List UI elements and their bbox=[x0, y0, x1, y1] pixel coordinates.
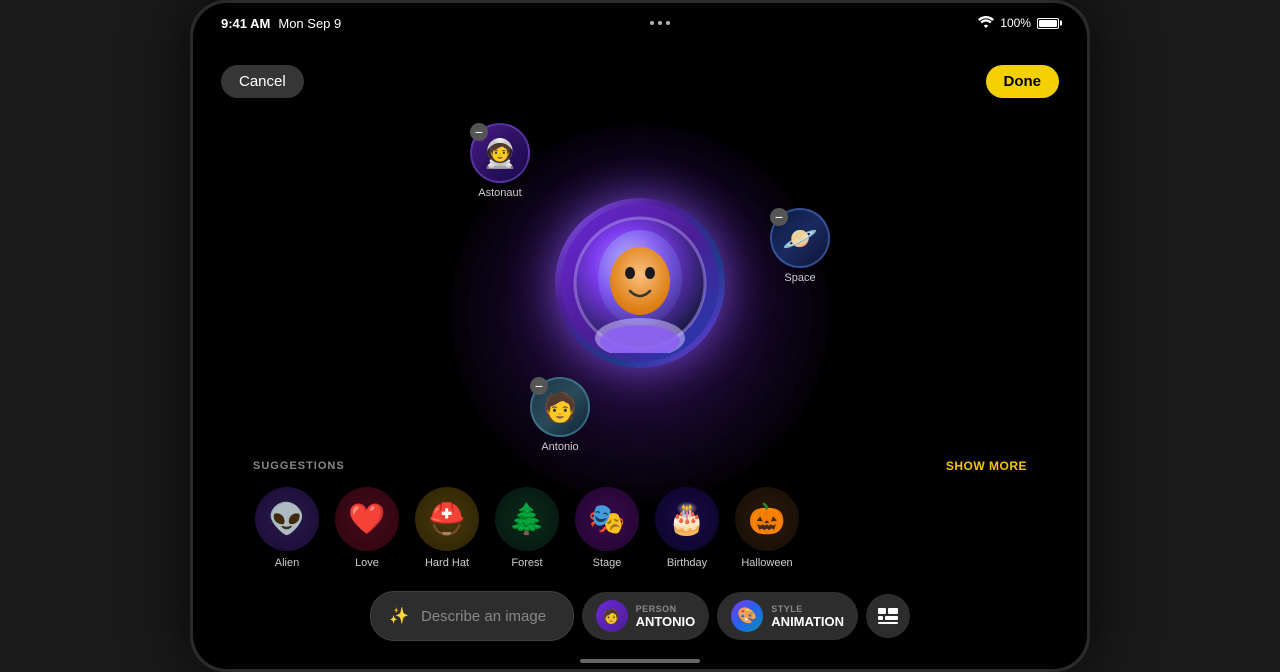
suggestion-hardhat-icon: ⛑️ bbox=[415, 487, 479, 551]
person-chip[interactable]: 🧑 PERSON ANTONIO bbox=[582, 592, 710, 640]
suggestions-label: SUGGESTIONS bbox=[253, 460, 345, 472]
main-avatar-ring bbox=[555, 198, 725, 368]
battery-fill bbox=[1039, 20, 1057, 27]
show-more-button[interactable]: SHOW MORE bbox=[946, 459, 1027, 473]
sparkle-icon: ✨ bbox=[387, 604, 411, 628]
person-chip-name: ANTONIO bbox=[636, 614, 696, 629]
suggestion-stage-label: Stage bbox=[593, 557, 622, 569]
suggestions-section: SUGGESTIONS SHOW MORE 👽 Alien ❤️ Love ⛑️… bbox=[193, 459, 1087, 569]
bottom-toolbar: ✨ Describe an image 🧑 PERSON ANTONIO 🎨 S… bbox=[370, 591, 910, 641]
status-bar: 9:41 AM Mon Sep 9 100% bbox=[193, 3, 1087, 43]
float-avatar-space-img: − 🪐 bbox=[770, 208, 830, 268]
extra-button[interactable] bbox=[866, 594, 910, 638]
suggestion-birthday-label: Birthday bbox=[667, 557, 707, 569]
grid-icon bbox=[878, 608, 898, 624]
suggestion-forest-icon: 🌲 bbox=[495, 487, 559, 551]
suggestion-stage[interactable]: 🎭 Stage bbox=[573, 487, 641, 569]
float-avatar-astronaut-label: Astonaut bbox=[478, 187, 521, 199]
status-dots bbox=[650, 21, 670, 25]
astronaut-svg bbox=[570, 213, 710, 353]
style-chip-label: STYLE bbox=[771, 604, 844, 614]
dot-2 bbox=[658, 21, 662, 25]
suggestion-love-icon: ❤️ bbox=[335, 487, 399, 551]
person-avatar: 🧑 bbox=[596, 600, 628, 632]
float-avatar-antonio-img: − 🧑 bbox=[530, 377, 590, 437]
style-icon: 🎨 bbox=[731, 600, 763, 632]
dot-1 bbox=[650, 21, 654, 25]
space-emoji: 🪐 bbox=[783, 222, 818, 255]
suggestion-alien[interactable]: 👽 Alien bbox=[253, 487, 321, 569]
astronaut-emoji: 🧑‍🚀 bbox=[483, 137, 518, 170]
float-avatar-astronaut-img: − 🧑‍🚀 bbox=[470, 123, 530, 183]
float-avatar-space-label: Space bbox=[784, 272, 815, 284]
suggestion-forest[interactable]: 🌲 Forest bbox=[493, 487, 561, 569]
suggestion-hardhat-label: Hard Hat bbox=[425, 557, 469, 569]
suggestion-hardhat[interactable]: ⛑️ Hard Hat bbox=[413, 487, 481, 569]
suggestion-alien-label: Alien bbox=[275, 557, 299, 569]
status-right: 100% bbox=[978, 16, 1059, 31]
describe-input[interactable]: ✨ Describe an image bbox=[370, 591, 574, 641]
float-avatar-astronaut[interactable]: − 🧑‍🚀 Astonaut bbox=[470, 123, 530, 199]
float-avatar-space[interactable]: − 🪐 Space bbox=[770, 208, 830, 284]
wifi-icon bbox=[978, 16, 994, 31]
suggestion-halloween[interactable]: 🎃 Halloween bbox=[733, 487, 801, 569]
suggestion-halloween-label: Halloween bbox=[741, 557, 792, 569]
float-avatar-antonio-minus[interactable]: − bbox=[530, 377, 548, 395]
antonio-emoji: 🧑 bbox=[543, 391, 578, 424]
suggestions-grid: 👽 Alien ❤️ Love ⛑️ Hard Hat 🌲 Forest 🎭 bbox=[253, 487, 1027, 569]
style-chip-text: STYLE ANIMATION bbox=[771, 604, 844, 629]
status-date: Mon Sep 9 bbox=[278, 16, 341, 31]
tablet-frame: 9:41 AM Mon Sep 9 100% bbox=[190, 0, 1090, 672]
battery-percent: 100% bbox=[1000, 16, 1031, 30]
home-indicator bbox=[580, 659, 700, 663]
battery-icon bbox=[1037, 18, 1059, 29]
suggestion-love-label: Love bbox=[355, 557, 379, 569]
status-time: 9:41 AM bbox=[221, 16, 270, 31]
style-chip[interactable]: 🎨 STYLE ANIMATION bbox=[717, 592, 858, 640]
style-chip-name: ANIMATION bbox=[771, 614, 844, 629]
float-avatar-antonio-label: Antonio bbox=[541, 441, 578, 453]
main-avatar-inner bbox=[561, 204, 719, 362]
suggestion-alien-icon: 👽 bbox=[255, 487, 319, 551]
main-avatar[interactable] bbox=[555, 198, 725, 368]
tablet-screen: 9:41 AM Mon Sep 9 100% bbox=[193, 3, 1087, 669]
suggestion-love[interactable]: ❤️ Love bbox=[333, 487, 401, 569]
suggestion-halloween-icon: 🎃 bbox=[735, 487, 799, 551]
person-chip-text: PERSON ANTONIO bbox=[636, 604, 696, 629]
dot-3 bbox=[666, 21, 670, 25]
person-chip-label: PERSON bbox=[636, 604, 696, 614]
suggestions-header: SUGGESTIONS SHOW MORE bbox=[253, 459, 1027, 473]
done-button[interactable]: Done bbox=[986, 65, 1060, 98]
float-avatar-astronaut-minus[interactable]: − bbox=[470, 123, 488, 141]
avatar-area: − 🧑‍🚀 Astonaut − 🪐 Space − 🧑 Anto bbox=[440, 113, 840, 453]
suggestion-stage-icon: 🎭 bbox=[575, 487, 639, 551]
describe-placeholder: Describe an image bbox=[421, 608, 546, 625]
suggestion-forest-label: Forest bbox=[511, 557, 542, 569]
cancel-button[interactable]: Cancel bbox=[221, 65, 304, 98]
suggestion-birthday-icon: 🎂 bbox=[655, 487, 719, 551]
suggestion-birthday[interactable]: 🎂 Birthday bbox=[653, 487, 721, 569]
float-avatar-antonio[interactable]: − 🧑 Antonio bbox=[530, 377, 590, 453]
float-avatar-space-minus[interactable]: − bbox=[770, 208, 788, 226]
